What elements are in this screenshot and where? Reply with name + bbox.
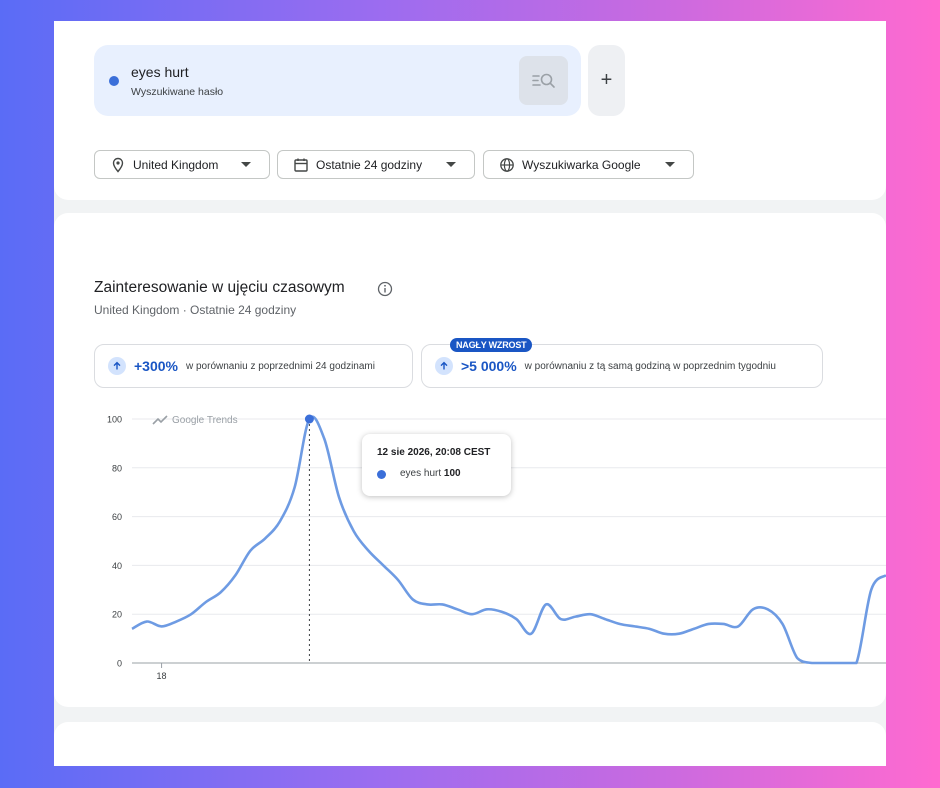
section-title: Zainteresowanie w ujęciu czasowym xyxy=(94,279,345,296)
data-point-marker xyxy=(304,414,314,424)
y-tick-label: 0 xyxy=(117,659,122,669)
stat-value: +300% xyxy=(134,358,178,374)
y-tick-label: 20 xyxy=(112,610,122,620)
filter-search-type[interactable]: Wyszukiwarka Google xyxy=(483,150,694,179)
stat-description: w porównaniu z poprzednimi 24 godzinami xyxy=(185,360,375,372)
chevron-down-icon xyxy=(241,162,251,167)
search-button[interactable] xyxy=(519,56,568,105)
search-term-label: Wyszukiwane hasło xyxy=(131,86,224,98)
x-tick-label: 18 xyxy=(157,671,167,681)
arrow-up-icon xyxy=(435,357,453,375)
y-tick-label: 60 xyxy=(112,512,122,522)
filter-time-range[interactable]: Ostatnie 24 godziny xyxy=(277,150,475,179)
filter-location[interactable]: United Kingdom xyxy=(94,150,270,179)
search-term: eyes hurt xyxy=(131,64,189,80)
tooltip-series-name: eyes hurt xyxy=(400,468,442,479)
globe-icon xyxy=(500,157,514,172)
filter-location-label: United Kingdom xyxy=(133,157,219,172)
location-pin-icon xyxy=(112,157,124,173)
interest-over-time-card: Zainteresowanie w ujęciu czasowym United… xyxy=(54,213,886,707)
stat-description: w porównaniu z tą samą godziną w poprzed… xyxy=(524,360,776,372)
info-icon[interactable] xyxy=(377,281,393,297)
breakout-badge: NAGŁY WZROST xyxy=(450,338,533,352)
trends-logo-icon xyxy=(152,415,168,425)
watermark: Google Trends xyxy=(172,415,238,426)
calendar-icon xyxy=(294,158,308,172)
search-list-icon xyxy=(532,73,555,88)
chevron-down-icon xyxy=(446,162,456,167)
tooltip-series-dot xyxy=(377,470,386,479)
tooltip-date: 12 sie 2026, 20:08 CEST xyxy=(377,447,491,458)
stat-vs-previous-day: +300% w porównaniu z poprzednimi 24 godz… xyxy=(94,344,413,388)
y-tick-label: 40 xyxy=(112,561,122,571)
series-color-dot xyxy=(109,76,119,86)
filter-time-range-label: Ostatnie 24 godziny xyxy=(316,157,423,172)
trends-screen: eyes hurt Wyszukiwane hasło + United Kin… xyxy=(54,21,886,766)
filter-search-type-label: Wyszukiwarka Google xyxy=(522,157,641,172)
next-card xyxy=(54,722,886,766)
search-card: eyes hurt Wyszukiwane hasło + United Kin… xyxy=(54,21,886,200)
tooltip-value: 100 xyxy=(443,468,461,479)
add-term-button[interactable]: + xyxy=(588,45,625,116)
stat-value: >5 000% xyxy=(461,358,517,374)
y-tick-label: 100 xyxy=(107,415,122,425)
arrow-up-icon xyxy=(108,357,126,375)
tooltip-series: eyes hurt 100 xyxy=(400,468,461,479)
section-subtitle: United Kingdom · Ostatnie 24 godziny xyxy=(94,303,297,317)
chevron-down-icon xyxy=(665,162,675,167)
y-tick-label: 80 xyxy=(112,463,122,473)
chart-tooltip: 12 sie 2026, 20:08 CEST eyes hurt 100 xyxy=(362,434,511,496)
search-term-box[interactable]: eyes hurt Wyszukiwane hasło xyxy=(94,45,581,116)
